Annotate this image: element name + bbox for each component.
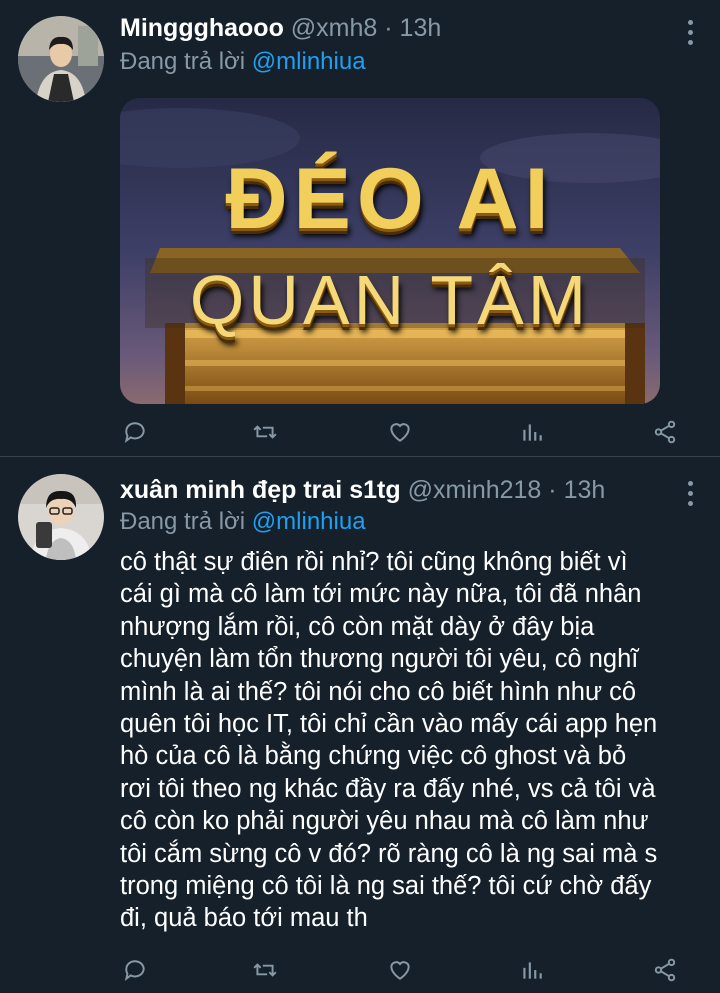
replying-to: Đang trả lời @mlinhiua (120, 48, 366, 76)
tweet-actions (120, 417, 680, 447)
tweet[interactable]: xuân minh đẹp trai s1tg @xminh218 · 13h … (0, 457, 720, 993)
analytics-icon[interactable] (517, 417, 547, 447)
user-handle[interactable]: @xmh8 (291, 14, 378, 42)
more-options-icon[interactable] (686, 20, 694, 45)
retweet-icon[interactable] (250, 417, 280, 447)
tweet-header: xuân minh đẹp trai s1tg @xminh218 · 13h (120, 476, 660, 505)
reply-icon[interactable] (120, 417, 150, 447)
user-handle[interactable]: @xminh218 (408, 476, 542, 504)
meme-text-line1: ĐÉO AI (225, 151, 555, 247)
like-icon[interactable] (385, 417, 415, 447)
like-icon[interactable] (385, 955, 415, 985)
display-name[interactable]: xuân minh đẹp trai s1tg (120, 476, 401, 504)
avatar[interactable] (18, 16, 104, 102)
tweet-image[interactable]: ĐÉO AI QUAN TÂM (120, 98, 660, 404)
mention-link[interactable]: @mlinhiua (252, 508, 366, 535)
share-icon[interactable] (650, 955, 680, 985)
replying-prefix: Đang trả lời (120, 508, 246, 535)
analytics-icon[interactable] (517, 955, 547, 985)
separator-dot: · (548, 476, 557, 504)
tweet-header: Minggghaooo @xmh8 · 13h (120, 14, 660, 43)
reply-icon[interactable] (120, 955, 150, 985)
meme-text-line2: QUAN TÂM (189, 261, 591, 339)
tweet-text: cô thật sự điên rồi nhỉ? tôi cũng không … (120, 548, 658, 933)
more-options-icon[interactable] (686, 481, 694, 506)
timestamp[interactable]: 13h (564, 476, 606, 504)
avatar[interactable] (18, 474, 104, 560)
share-icon[interactable] (650, 417, 680, 447)
separator-dot: · (384, 14, 393, 42)
retweet-icon[interactable] (250, 955, 280, 985)
tweet-actions (120, 955, 680, 985)
replying-prefix: Đang trả lời (120, 48, 246, 75)
mention-link[interactable]: @mlinhiua (252, 48, 366, 75)
display-name[interactable]: Minggghaooo (120, 14, 284, 42)
tweet[interactable]: Minggghaooo @xmh8 · 13h Đang trả lời @ml… (0, 0, 720, 456)
replying-to: Đang trả lời @mlinhiua (120, 508, 366, 536)
timestamp[interactable]: 13h (400, 14, 442, 42)
